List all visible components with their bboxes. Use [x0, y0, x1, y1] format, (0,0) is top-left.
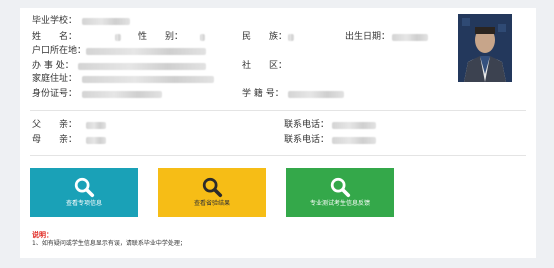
note-title: 说明： — [32, 231, 53, 239]
ethnicity-label: 民 族： — [242, 32, 288, 42]
name-value — [115, 34, 121, 41]
father-phone-value — [332, 122, 376, 129]
id-number-label: 身份证号： — [32, 89, 78, 99]
id-number-value — [82, 91, 162, 98]
note-text: 1、如有疑问或学生信息显示有误，请联系毕业中学处理； — [32, 240, 186, 247]
student-photo — [458, 14, 512, 82]
office-value — [78, 63, 206, 70]
father-value — [86, 122, 106, 129]
search-icon — [74, 177, 95, 198]
hukou-value — [86, 48, 206, 55]
avatar-icon — [458, 14, 512, 82]
gender-label: 性 别： — [138, 32, 184, 42]
view-provincial-result-button[interactable]: 查看省验结果 — [158, 168, 266, 217]
gender-value — [200, 34, 205, 41]
view-provincial-result-label: 查看省验结果 — [193, 200, 230, 207]
mother-label: 母 亲： — [32, 135, 78, 145]
feedback-button[interactable]: 专业测试考生信息反馈 — [286, 168, 394, 217]
father-phone-label: 联系电话： — [284, 120, 330, 130]
student-info-card: 毕业学校： 姓 名： 性 别： 民 族： 出生日期： 户口所在地： 办 事 处：… — [20, 8, 536, 258]
office-label: 办 事 处： — [32, 61, 74, 71]
father-label: 父 亲： — [32, 120, 78, 130]
mother-phone-label: 联系电话： — [284, 135, 330, 145]
birth-date-label: 出生日期： — [345, 32, 391, 42]
mother-value — [86, 137, 106, 144]
school-value — [82, 18, 130, 25]
section-divider — [30, 110, 526, 111]
student-number-value — [288, 91, 344, 98]
name-label: 姓 名： — [32, 32, 78, 42]
address-label: 家庭住址： — [32, 74, 78, 84]
feedback-label: 专业测试考生信息反馈 — [309, 200, 370, 207]
hukou-label: 户口所在地： — [32, 46, 87, 56]
section-divider — [30, 155, 526, 156]
search-icon — [202, 177, 223, 198]
search-icon — [330, 177, 351, 198]
view-special-info-label: 查看专项信息 — [65, 200, 102, 207]
view-special-info-button[interactable]: 查看专项信息 — [30, 168, 138, 217]
mother-phone-value — [332, 137, 376, 144]
ethnicity-value — [288, 34, 294, 41]
community-label: 社 区： — [242, 61, 288, 71]
school-label: 毕业学校： — [32, 16, 78, 26]
student-number-label: 学 籍 号： — [242, 89, 284, 99]
birth-date-value — [392, 34, 428, 41]
address-value — [82, 76, 214, 83]
